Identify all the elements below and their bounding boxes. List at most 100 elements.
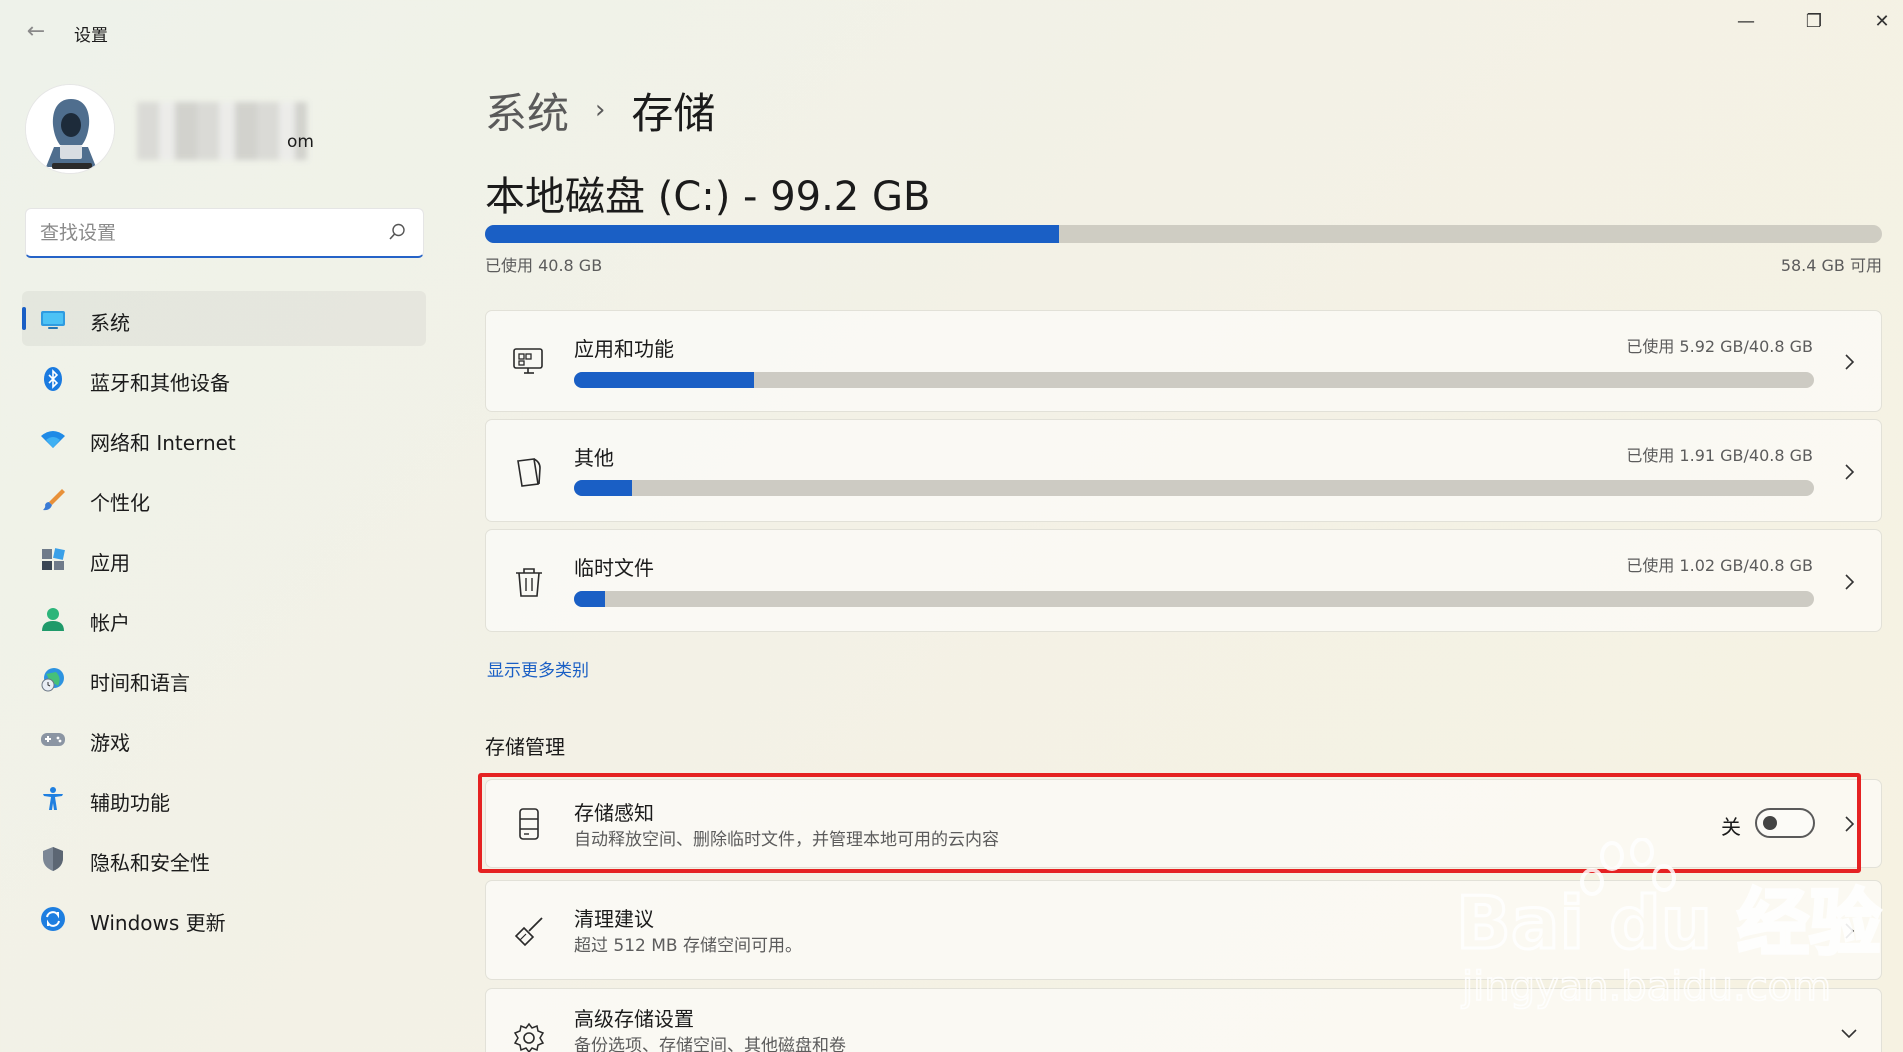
- category-usage-bar: [574, 480, 1814, 496]
- back-arrow-icon[interactable]: ←: [22, 18, 50, 46]
- sidebar-item-system[interactable]: 系统: [22, 291, 426, 346]
- breadcrumb-parent[interactable]: 系统: [485, 80, 569, 141]
- sidebar-item-privacy[interactable]: 隐私和安全性: [22, 831, 426, 886]
- sidebar-item-label: 游戏: [90, 731, 130, 755]
- sidebar-item-label: 应用: [90, 551, 130, 575]
- toggle-state-label: 关: [1721, 815, 1741, 839]
- sidebar-item-apps[interactable]: 应用: [22, 531, 426, 586]
- search-input[interactable]: [40, 219, 370, 247]
- globe-clock-icon: [41, 668, 64, 692]
- category-usage-fill: [574, 591, 605, 607]
- sidebar-item-label: 帐户: [90, 611, 130, 635]
- sidebar-item-label: 辅助功能: [90, 791, 170, 815]
- apps-features-icon: [513, 348, 543, 374]
- cleanup-recommendations-row[interactable]: 清理建议 超过 512 MB 存储空间可用。: [485, 880, 1882, 980]
- chevron-right-icon: [1845, 574, 1855, 590]
- breadcrumb-chevron-icon: ›: [595, 95, 606, 125]
- broom-icon: [514, 917, 543, 947]
- search-icon[interactable]: [387, 222, 407, 242]
- sidebar-item-time-language[interactable]: 时间和语言: [22, 651, 426, 706]
- advanced-storage-settings-row[interactable]: 高级存储设置 备份选项、存储空间、其他磁盘和卷: [485, 988, 1882, 1052]
- category-usage-fill: [574, 372, 754, 388]
- chevron-right-icon: [1845, 923, 1855, 939]
- system-icon: [41, 311, 65, 329]
- account-email: om: [287, 132, 314, 152]
- sidebar-item-label: 个性化: [90, 491, 150, 515]
- other-files-icon: [517, 458, 541, 487]
- sidebar-item-windows-update[interactable]: Windows 更新: [22, 891, 426, 946]
- category-usage: 已使用 5.92 GB/40.8 GB: [1626, 337, 1813, 356]
- wifi-icon: [41, 431, 65, 448]
- disk-free-label: 58.4 GB 可用: [1780, 256, 1882, 275]
- category-title: 临时文件: [574, 556, 654, 580]
- main-content: 系统 › 存储 本地磁盘 (C:) - 99.2 GB 已使用 40.8 GB …: [478, 64, 1885, 1052]
- storage-drive-icon: [519, 808, 539, 840]
- bluetooth-icon: [44, 367, 62, 391]
- category-usage-bar: [574, 591, 1814, 607]
- maximize-button[interactable]: ❐: [1786, 6, 1842, 38]
- sidebar-item-accounts[interactable]: 帐户: [22, 591, 426, 646]
- category-temp-files[interactable]: 临时文件 已使用 1.02 GB/40.8 GB: [485, 529, 1882, 632]
- close-button[interactable]: ✕: [1854, 6, 1903, 38]
- category-usage: 已使用 1.91 GB/40.8 GB: [1626, 446, 1813, 465]
- sidebar-item-personalization[interactable]: 个性化: [22, 471, 426, 526]
- section-title-storage-management: 存储管理: [485, 735, 565, 759]
- chevron-right-icon: [1845, 354, 1855, 370]
- page-title: 存储: [631, 88, 716, 138]
- storage-sense-subtitle: 自动释放空间、删除临时文件，并管理本地可用的云内容: [574, 830, 999, 850]
- blurred-account-name: [137, 102, 307, 160]
- search-box[interactable]: [25, 208, 424, 258]
- category-title: 应用和功能: [574, 337, 674, 361]
- chevron-right-icon: [1845, 464, 1855, 480]
- minimize-button[interactable]: —: [1718, 6, 1774, 38]
- sidebar-item-bluetooth[interactable]: 蓝牙和其他设备: [22, 351, 426, 406]
- category-title: 其他: [574, 446, 614, 470]
- account-icon: [42, 608, 64, 631]
- advanced-storage-subtitle: 备份选项、存储空间、其他磁盘和卷: [574, 1036, 846, 1052]
- sidebar-item-gaming[interactable]: 游戏: [22, 711, 426, 766]
- storage-sense-toggle[interactable]: [1755, 808, 1815, 838]
- show-more-categories-link[interactable]: 显示更多类别: [487, 656, 589, 681]
- chevron-down-icon: [1841, 1029, 1857, 1039]
- category-apps-features[interactable]: 应用和功能 已使用 5.92 GB/40.8 GB: [485, 310, 1882, 412]
- chevron-right-icon: [1845, 816, 1855, 832]
- shield-icon: [43, 847, 63, 871]
- apps-icon: [42, 548, 65, 570]
- windows-update-icon: [41, 907, 65, 931]
- category-other[interactable]: 其他 已使用 1.91 GB/40.8 GB: [485, 419, 1882, 522]
- category-usage: 已使用 1.02 GB/40.8 GB: [1626, 556, 1813, 575]
- nav-list: 系统 蓝牙和其他设备 网络和 Internet 个性化 应用 帐户 时间和语言 …: [22, 291, 426, 951]
- toggle-knob: [1763, 816, 1777, 830]
- disk-title: 本地磁盘 (C:) - 99.2 GB: [485, 174, 931, 220]
- storage-sense-title: 存储感知: [574, 801, 654, 825]
- sidebar-item-label: 系统: [90, 311, 130, 335]
- sidebar: om 系统 蓝牙和其他设备: [0, 64, 440, 1052]
- profile-card[interactable]: om: [25, 84, 425, 180]
- accessibility-icon: [43, 787, 63, 810]
- sidebar-item-label: Windows 更新: [90, 911, 226, 935]
- advanced-storage-title: 高级存储设置: [574, 1007, 694, 1031]
- avatar-image-icon: [26, 85, 114, 173]
- disk-usage-bar: [485, 225, 1882, 243]
- category-usage-bar: [574, 372, 1814, 388]
- brush-icon: [43, 489, 65, 511]
- breadcrumb: 系统 › 存储: [485, 80, 715, 140]
- sidebar-item-label: 网络和 Internet: [90, 431, 236, 455]
- avatar: [25, 84, 115, 174]
- sidebar-item-label: 时间和语言: [90, 671, 190, 695]
- disk-usage-fill: [485, 225, 1060, 243]
- sidebar-item-accessibility[interactable]: 辅助功能: [22, 771, 426, 826]
- storage-sense-row[interactable]: 存储感知 自动释放空间、删除临时文件，并管理本地可用的云内容 关: [485, 779, 1882, 868]
- category-usage-fill: [574, 480, 633, 496]
- app-title: 设置: [74, 26, 108, 46]
- gear-icon: [513, 1022, 545, 1052]
- sidebar-item-network[interactable]: 网络和 Internet: [22, 411, 426, 466]
- title-bar: ← 设置 — ❐ ✕: [0, 0, 1903, 64]
- sidebar-item-label: 蓝牙和其他设备: [90, 371, 230, 395]
- cleanup-subtitle: 超过 512 MB 存储空间可用。: [574, 936, 802, 956]
- sidebar-item-label: 隐私和安全性: [90, 851, 210, 875]
- cleanup-title: 清理建议: [574, 907, 654, 931]
- gamepad-icon: [41, 733, 65, 746]
- trash-icon: [516, 568, 542, 597]
- disk-used-label: 已使用 40.8 GB: [485, 256, 603, 275]
